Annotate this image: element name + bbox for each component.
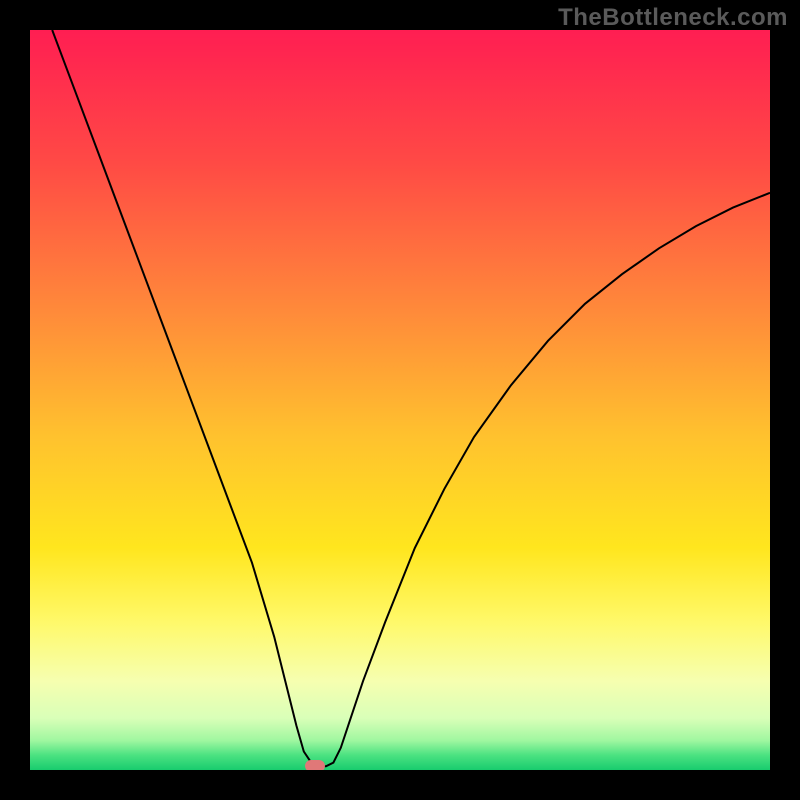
watermark-text: TheBottleneck.com xyxy=(558,4,788,32)
bottleneck-curve xyxy=(30,30,770,770)
optimum-marker xyxy=(305,760,325,770)
chart-frame: TheBottleneck.com xyxy=(0,0,800,800)
plot-area xyxy=(30,30,770,770)
curve-path xyxy=(52,30,770,766)
